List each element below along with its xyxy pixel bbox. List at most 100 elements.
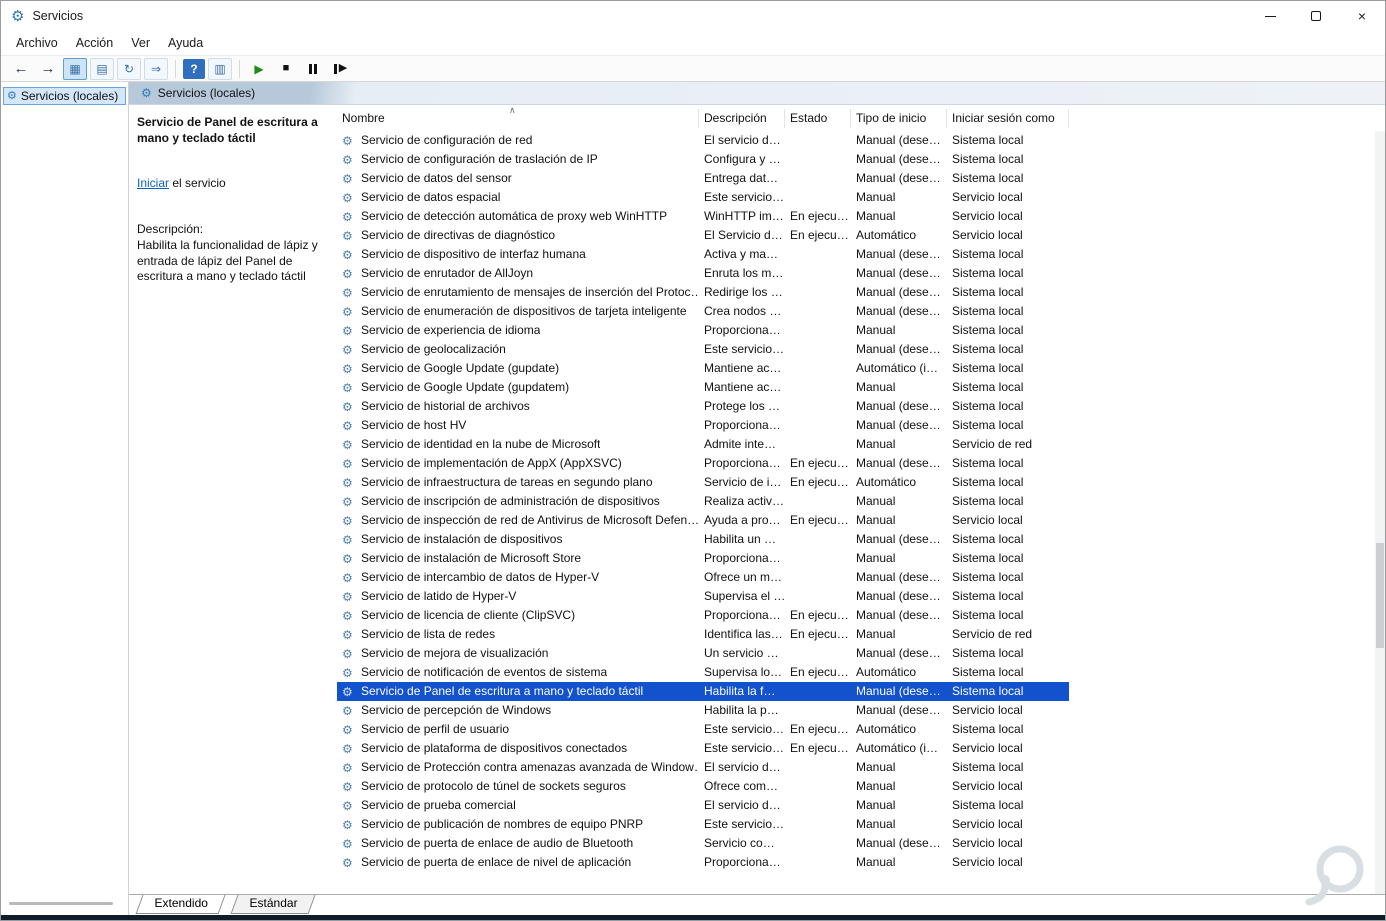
table-row[interactable]: ⚙ Servicio de identidad en la nube de Mic… <box>337 435 1069 454</box>
table-row[interactable]: ⚙ Servicio de licencia de cliente (ClipSV… <box>337 606 1069 625</box>
column-header-estado[interactable]: Estado <box>785 109 851 128</box>
table-row[interactable]: ⚙ Servicio de configuración de traslación… <box>337 150 1069 169</box>
window-bottom-edge <box>1 915 1385 920</box>
table-row[interactable]: ⚙ Servicio de puerta de enlace de audio d… <box>337 834 1069 853</box>
window-list-icon[interactable]: ▥ <box>208 57 232 80</box>
column-header-iniciar-sesion[interactable]: Iniciar sesión como <box>947 109 1069 128</box>
table-row[interactable]: ⚙ Servicio de plataforma de dispositivos … <box>337 739 1069 758</box>
properties-icon[interactable]: ▤ <box>90 57 114 80</box>
table-row[interactable]: ⚙ Servicio de historial de archivos Proteg… <box>337 397 1069 416</box>
refresh-icon[interactable]: ↻ <box>117 57 141 80</box>
table-row[interactable]: ⚙ Servicio de enrutamiento de mensajes de… <box>337 283 1069 302</box>
table-row[interactable]: ⚙ Servicio de latido de Hyper-V Supervisa … <box>337 587 1069 606</box>
service-description-cell: Admite inte… <box>704 437 777 451</box>
minimize-button[interactable] <box>1247 1 1293 31</box>
table-row[interactable]: ⚙ Servicio de instalación de Microsoft St… <box>337 549 1069 568</box>
table-row[interactable]: ⚙ Servicio de datos espacial Este servicio… <box>337 188 1069 207</box>
service-logon-cell: Sistema local <box>952 684 1024 698</box>
table-row[interactable]: ⚙ Servicio de lista de redes Identifica la… <box>337 625 1069 644</box>
tab-extendido[interactable]: Extendido <box>135 895 226 914</box>
maximize-button[interactable] <box>1293 1 1339 31</box>
table-row[interactable]: ⚙ Servicio de infraestructura de tareas e… <box>337 473 1069 492</box>
pause-service-icon[interactable] <box>301 58 325 80</box>
service-logon-cell: Sistema local <box>952 361 1024 375</box>
table-row[interactable]: ⚙ Servicio de intercambio de datos de Hyp… <box>337 568 1069 587</box>
service-name: Servicio de dispositivo de interfaz huma… <box>361 247 586 261</box>
table-row[interactable]: ⚙ Servicio de protocolo de túnel de socke… <box>337 777 1069 796</box>
stop-service-icon[interactable]: ■ <box>274 58 298 80</box>
help-icon[interactable]: ? <box>183 58 205 79</box>
service-name: Servicio de inscripción de administració… <box>361 494 660 508</box>
table-row[interactable]: ⚙ Servicio de directivas de diagnóstico El… <box>337 226 1069 245</box>
service-name-cell: ⚙ Servicio de inscripción de administraci… <box>337 492 699 511</box>
table-row[interactable]: ⚙ Servicio de publicación de nombres de e… <box>337 815 1069 834</box>
service-name: Servicio de geolocalización <box>361 342 506 356</box>
service-startup-type-cell: Manual <box>856 779 896 793</box>
table-row[interactable]: ⚙ Servicio de datos del sensor Entrega dat… <box>337 169 1069 188</box>
table-row[interactable]: ⚙ Servicio de prueba comercial El servicio… <box>337 796 1069 815</box>
table-row[interactable]: ⚙ Servicio de perfil de usuario Este servi… <box>337 720 1069 739</box>
menu-archivo[interactable]: Archivo <box>7 33 67 53</box>
service-startup-type-cell: Manual <box>856 817 896 831</box>
column-header-nombre[interactable]: Nombre <box>337 109 699 128</box>
table-row[interactable]: ⚙ Servicio de Google Update (gupdatem) Man… <box>337 378 1069 397</box>
service-gear-icon: ⚙ <box>342 532 353 547</box>
service-name-cell: ⚙ Servicio de infraestructura de tareas e… <box>337 473 699 492</box>
column-header-tipo-inicio[interactable]: Tipo de inicio <box>851 109 947 128</box>
table-row[interactable]: ⚙ Servicio de detección automática de pro… <box>337 207 1069 226</box>
service-name-cell: ⚙ Servicio de enrutamiento de mensajes de… <box>337 283 699 302</box>
table-row[interactable]: ⚙ Servicio de Panel de escritura a mano y… <box>337 682 1069 701</box>
table-row[interactable]: ⚙ Servicio de host HV Proporciona… Manual (… <box>337 416 1069 435</box>
table-row[interactable]: ⚙ Servicio de configuración de red El serv… <box>337 131 1069 150</box>
service-gear-icon: ⚙ <box>342 703 353 718</box>
back-icon[interactable]: ← <box>9 58 33 80</box>
table-row[interactable]: ⚙ Servicio de implementación de AppX (App… <box>337 454 1069 473</box>
start-service-icon[interactable]: ▶ <box>247 58 271 80</box>
restart-service-icon[interactable]: ▶ <box>328 58 352 80</box>
column-header-descripcion[interactable]: Descripción <box>699 109 785 128</box>
service-name: Servicio de datos espacial <box>361 190 501 204</box>
start-service-link[interactable]: Iniciar <box>137 176 169 190</box>
table-row[interactable]: ⚙ Servicio de Protección contra amenazas … <box>337 758 1069 777</box>
table-row[interactable]: ⚙ Servicio de inscripción de administraci… <box>337 492 1069 511</box>
tree-horizontal-scrollbar[interactable] <box>9 902 113 905</box>
service-name: Servicio de Protección contra amenazas a… <box>361 760 699 774</box>
menu-ayuda[interactable]: Ayuda <box>159 33 212 53</box>
service-status-cell: En ejecu… <box>790 627 849 641</box>
close-button[interactable]: × <box>1339 1 1385 31</box>
table-row[interactable]: ⚙ Servicio de dispositivo de interfaz hum… <box>337 245 1069 264</box>
service-name: Servicio de perfil de usuario <box>361 722 510 736</box>
service-description-cell: El servicio d… <box>704 798 781 812</box>
show-console-tree-icon[interactable]: ▦ <box>63 57 87 80</box>
table-row[interactable]: ⚙ Servicio de notificación de eventos de … <box>337 663 1069 682</box>
table-row[interactable]: ⚙ Servicio de instalación de dispositivos… <box>337 530 1069 549</box>
service-status-cell <box>785 777 851 796</box>
table-row[interactable]: ⚙ Servicio de inspección de red de Antivi… <box>337 511 1069 530</box>
table-row[interactable]: ⚙ Servicio de mejora de visualización Un s… <box>337 644 1069 663</box>
export-list-icon[interactable]: ⇒ <box>144 57 168 80</box>
table-row[interactable]: ⚙ Servicio de geolocalización Este servici… <box>337 340 1069 359</box>
service-name: Servicio de Panel de escritura a mano y … <box>361 684 644 698</box>
table-row[interactable]: ⚙ Servicio de enrutador de AllJoyn Enruta … <box>337 264 1069 283</box>
service-name-cell: ⚙ Servicio de puerta de enlace de nivel d… <box>337 853 699 872</box>
table-row[interactable]: ⚙ Servicio de enumeración de dispositivos… <box>337 302 1069 321</box>
service-name: Servicio de intercambio de datos de Hype… <box>361 570 600 584</box>
vertical-scrollbar[interactable] <box>1375 131 1385 894</box>
service-startup-type-cell: Manual (dese… <box>856 399 941 413</box>
service-startup-type-cell: Automático <box>856 722 917 736</box>
table-row[interactable]: ⚙ Servicio de Google Update (gupdate) Mant… <box>337 359 1069 378</box>
service-name-cell: ⚙ Servicio de Panel de escritura a mano y… <box>337 682 699 701</box>
menu-accion[interactable]: Acción <box>67 33 123 53</box>
menu-ver[interactable]: Ver <box>122 33 159 53</box>
tree-item-services-local[interactable]: ⚙ Servicios (locales) <box>3 87 126 105</box>
service-gear-icon: ⚙ <box>342 475 353 490</box>
tab-estandar[interactable]: Estándar <box>230 895 316 914</box>
forward-icon[interactable]: → <box>36 58 60 80</box>
service-status-cell <box>785 340 851 359</box>
table-row[interactable]: ⚙ Servicio de experiencia de idioma Propor… <box>337 321 1069 340</box>
table-row[interactable]: ⚙ Servicio de puerta de enlace de nivel d… <box>337 853 1069 872</box>
scrollbar-thumb[interactable] <box>1376 543 1384 649</box>
table-row[interactable]: ⚙ Servicio de percepción de Windows Habili… <box>337 701 1069 720</box>
service-name-cell: ⚙ Servicio de experiencia de idioma <box>337 321 699 340</box>
service-description-cell: Proporciona… <box>704 608 781 622</box>
